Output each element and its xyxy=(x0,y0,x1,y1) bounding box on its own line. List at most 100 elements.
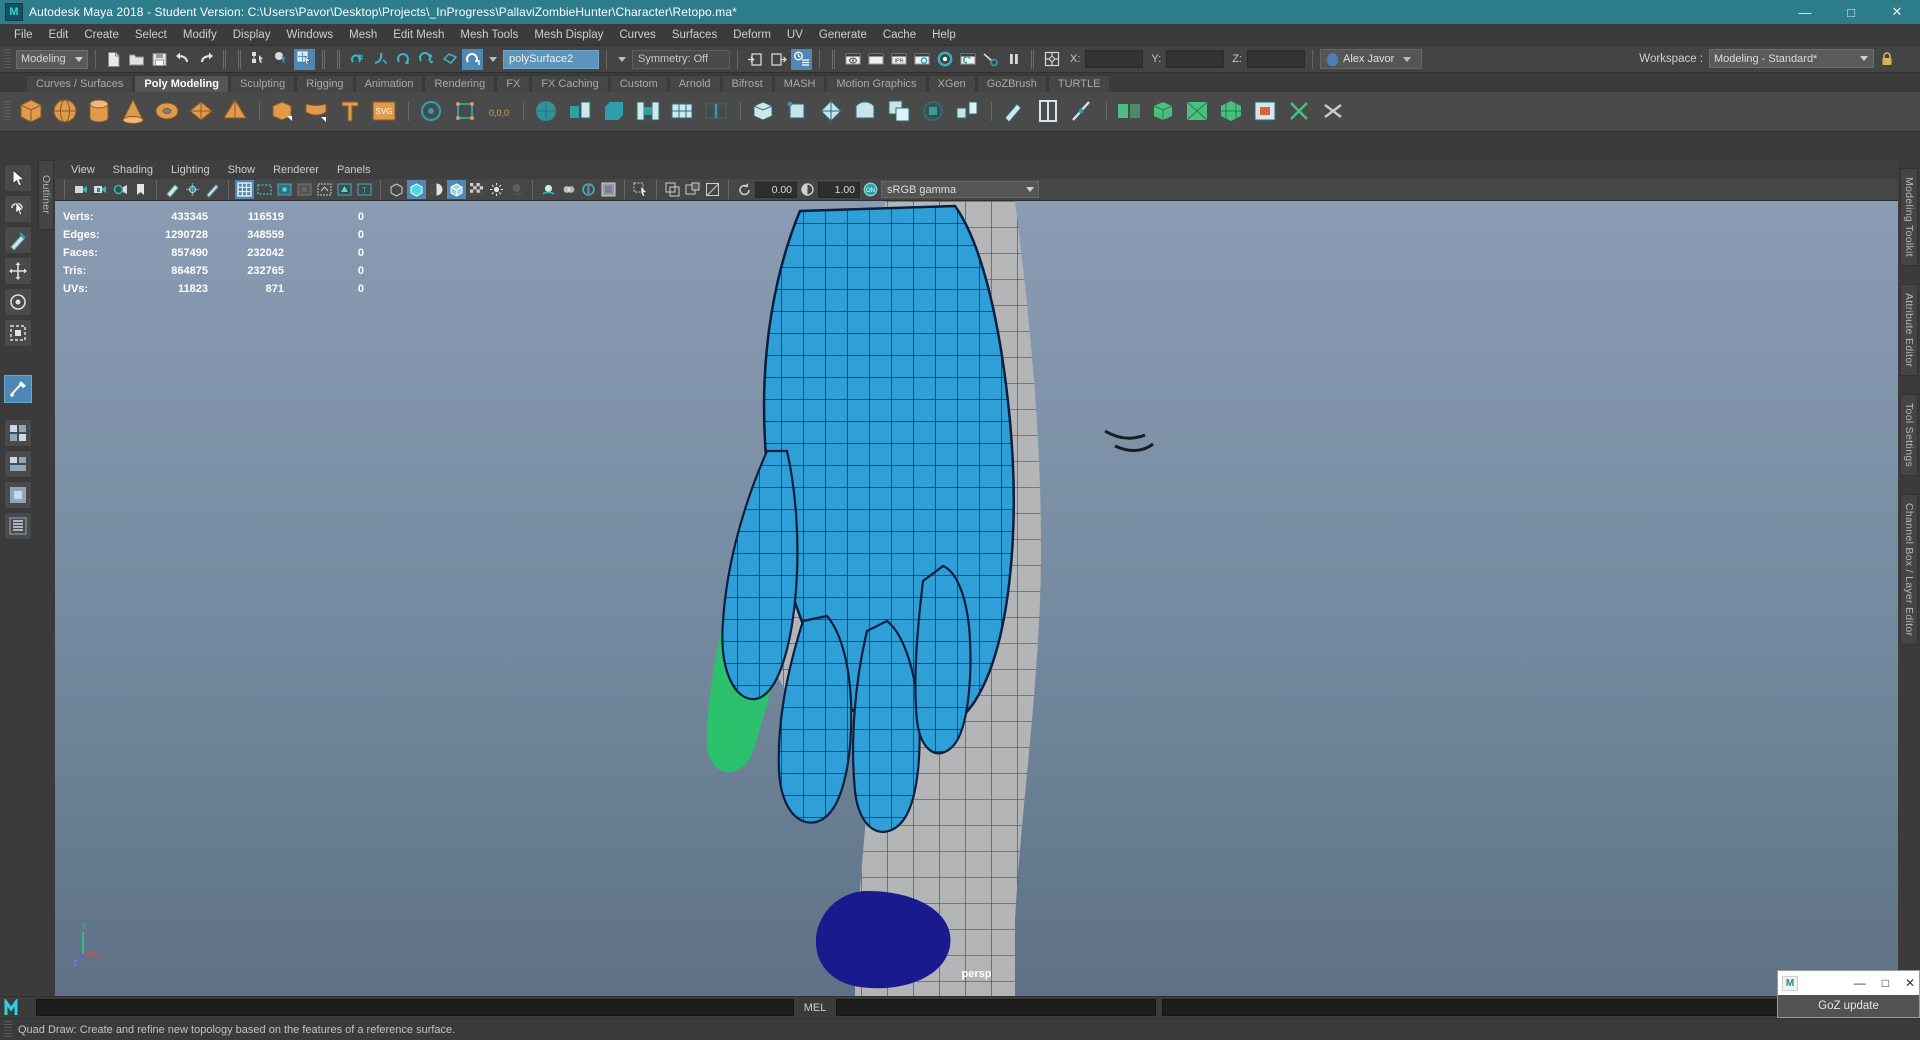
camera-attributes-icon[interactable] xyxy=(111,180,130,199)
poly-plane-icon[interactable] xyxy=(186,96,218,128)
shelf-tab-custom[interactable]: Custom xyxy=(609,75,668,92)
shelf-tab-poly-modeling[interactable]: Poly Modeling xyxy=(134,75,229,92)
extrude-icon[interactable] xyxy=(565,96,597,128)
close-button[interactable]: ✕ xyxy=(1874,0,1920,24)
user-account-button[interactable]: Alex Javor xyxy=(1319,49,1423,69)
poly-torus-icon[interactable] xyxy=(152,96,184,128)
redo-icon[interactable] xyxy=(195,49,216,70)
minimize-button[interactable]: — xyxy=(1782,0,1828,24)
xray-toggle-icon[interactable] xyxy=(315,180,334,199)
shelf-tab-turtle[interactable]: TURTLE xyxy=(1047,75,1111,92)
shelf-tab-sculpting[interactable]: Sculpting xyxy=(229,75,296,92)
move-tool-button[interactable] xyxy=(4,257,32,285)
grease-pencil-icon[interactable] xyxy=(203,180,222,199)
bookmark-icon[interactable] xyxy=(131,180,150,199)
two-d-pan-zoom-icon[interactable] xyxy=(183,180,202,199)
perspective-viewport[interactable]: View Shading Lighting Show Renderer Pane… xyxy=(55,160,1898,996)
transparency-icon[interactable] xyxy=(467,180,486,199)
menu-item-mesh-tools[interactable]: Mesh Tools xyxy=(452,27,526,43)
rail-tab-tool-settings[interactable]: Tool Settings xyxy=(1900,394,1918,477)
render-settings-icon[interactable] xyxy=(911,49,932,70)
connect-icon[interactable] xyxy=(701,96,733,128)
lasso-tool-button[interactable] xyxy=(4,195,32,223)
outliner-side-tab[interactable]: Outliner xyxy=(38,160,54,230)
rail-tab-attribute-editor[interactable]: Attribute Editor xyxy=(1900,283,1918,377)
select-by-object-icon[interactable] xyxy=(271,49,292,70)
shelf-tab-mash[interactable]: MASH xyxy=(773,75,826,92)
menu-item-mesh-display[interactable]: Mesh Display xyxy=(526,27,611,43)
undo-icon[interactable] xyxy=(172,49,193,70)
shade-and-wireframe-icon[interactable] xyxy=(427,180,446,199)
menu-item-modify[interactable]: Modify xyxy=(175,27,225,43)
mel-command-input[interactable] xyxy=(836,999,1157,1016)
gamma-reset-icon[interactable] xyxy=(798,180,817,199)
rotate-tool-button[interactable] xyxy=(4,288,32,316)
append-polygon-icon[interactable] xyxy=(748,96,780,128)
menu-set-dropdown[interactable]: Modeling xyxy=(16,49,88,69)
show-output-connections-icon[interactable] xyxy=(768,49,789,70)
wireframe-shading-icon[interactable] xyxy=(387,180,406,199)
lock-icon[interactable] xyxy=(1880,51,1894,67)
chevron-down-icon[interactable] xyxy=(489,56,497,62)
quad-draw-tool-button[interactable] xyxy=(4,375,32,403)
goz-update-panel[interactable]: M — □ ✕ GoZ update xyxy=(1777,970,1920,1018)
smooth-shade-all-icon[interactable] xyxy=(407,180,426,199)
shelf-tab-bifrost[interactable]: Bifrost xyxy=(721,75,773,92)
smooth-icon[interactable] xyxy=(1148,96,1180,128)
circularize-icon[interactable] xyxy=(918,96,950,128)
goz-close-button[interactable]: ✕ xyxy=(1905,976,1915,990)
shelf-tab-fx[interactable]: FX xyxy=(496,75,531,92)
shelf-tab-xgen[interactable]: XGen xyxy=(927,75,976,92)
viewport-3d-scene[interactable] xyxy=(55,201,1898,996)
transform-z-field[interactable] xyxy=(1246,50,1305,68)
viewport-menu-renderer[interactable]: Renderer xyxy=(265,163,327,177)
reduce-icon[interactable] xyxy=(1250,96,1282,128)
shelf-tab-rigging[interactable]: Rigging xyxy=(296,75,354,92)
select-camera-icon[interactable] xyxy=(71,180,90,199)
menu-item-uv[interactable]: UV xyxy=(779,27,811,43)
goz-maximize-button[interactable]: □ xyxy=(1882,976,1889,990)
poly-pyramid-icon[interactable] xyxy=(220,96,252,128)
bridge-icon[interactable] xyxy=(633,96,665,128)
triangulate-icon[interactable] xyxy=(1182,96,1214,128)
exposure-field[interactable]: 0.00 xyxy=(755,181,797,198)
snap-to-grid-icon[interactable] xyxy=(347,49,368,70)
shelf-grip-handle[interactable] xyxy=(4,101,11,122)
ipr-render-icon[interactable]: IPR xyxy=(888,49,909,70)
film-gate-icon[interactable] xyxy=(255,180,274,199)
lock-camera-icon[interactable] xyxy=(91,180,110,199)
menu-item-generate[interactable]: Generate xyxy=(811,27,875,43)
snap-to-point-icon[interactable] xyxy=(393,49,414,70)
menu-item-mesh[interactable]: Mesh xyxy=(341,27,385,43)
menu-item-file[interactable]: File xyxy=(6,27,41,43)
combine-icon[interactable] xyxy=(301,96,333,128)
goz-update-button[interactable]: GoZ update xyxy=(1778,995,1919,1017)
duplicate-face-icon[interactable] xyxy=(884,96,916,128)
pause-render-icon[interactable] xyxy=(1003,49,1024,70)
chevron-down-icon[interactable] xyxy=(618,56,626,62)
status-grip-handle[interactable] xyxy=(4,1021,12,1039)
shelf-tab-animation[interactable]: Animation xyxy=(354,75,424,92)
select-by-hierarchy-icon[interactable] xyxy=(248,49,269,70)
menu-item-display[interactable]: Display xyxy=(225,27,279,43)
exposure-reset-icon[interactable] xyxy=(735,180,754,199)
layout-two-pane-button[interactable] xyxy=(4,450,32,478)
transform-x-field[interactable] xyxy=(1085,50,1144,68)
quadrangulate-icon[interactable] xyxy=(1216,96,1248,128)
snap-to-projected-center-icon[interactable] xyxy=(416,49,437,70)
poly-cube-icon[interactable] xyxy=(16,96,48,128)
use-default-material-icon[interactable] xyxy=(447,180,466,199)
menu-item-surfaces[interactable]: Surfaces xyxy=(664,27,725,43)
mirror-geometry-icon[interactable] xyxy=(1114,96,1146,128)
gate-mask-icon[interactable] xyxy=(295,180,314,199)
open-scene-icon[interactable] xyxy=(126,49,147,70)
shadows-icon[interactable] xyxy=(507,180,526,199)
new-scene-icon[interactable] xyxy=(103,49,124,70)
texture-toggle-icon[interactable]: T xyxy=(355,180,374,199)
transform-field-mode-icon[interactable] xyxy=(1041,49,1062,70)
screen-space-ao-icon[interactable] xyxy=(539,180,558,199)
multi-cut-icon[interactable]: 0,0,0 xyxy=(484,96,516,128)
shelf-tab-motion-graphics[interactable]: Motion Graphics xyxy=(826,75,927,92)
svg-icon[interactable]: SVG xyxy=(369,96,401,128)
selection-name-field[interactable]: polySurface2 xyxy=(503,49,599,69)
